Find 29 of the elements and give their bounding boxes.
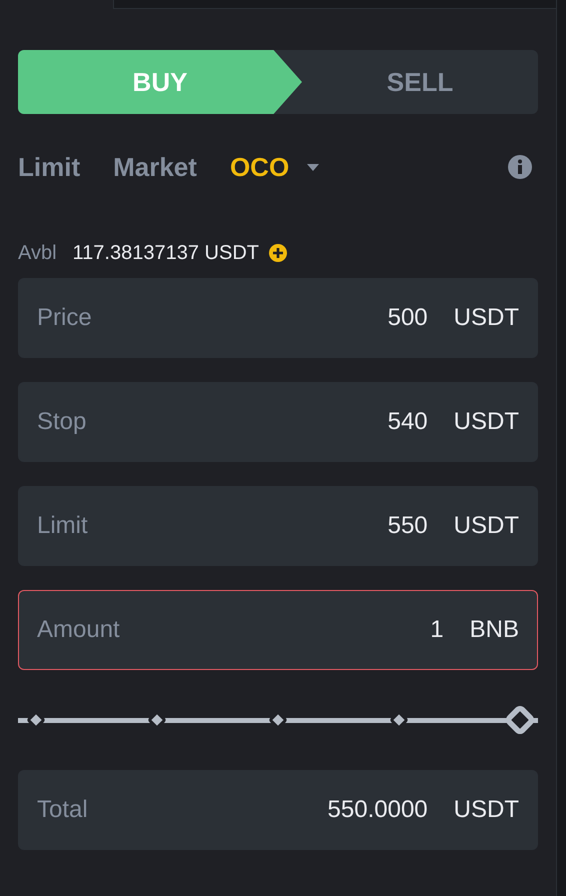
- field-label: Price: [37, 303, 92, 333]
- input-field[interactable]: Limit 550 USDT: [18, 486, 538, 566]
- input-field[interactable]: Price 500 USDT: [18, 278, 538, 358]
- input-field[interactable]: Total 550.0000 USDT: [18, 770, 538, 850]
- available-balance: 117.38137137 USDT: [72, 241, 259, 266]
- available-label: Avbl: [18, 241, 57, 266]
- plus-icon[interactable]: [268, 244, 287, 262]
- info-icon[interactable]: [508, 155, 532, 179]
- field-value: 1: [430, 615, 444, 645]
- order-type-tab[interactable]: Limit: [18, 148, 80, 186]
- input-field[interactable]: Amount 1 BNB: [18, 590, 538, 670]
- unit-label: USDT: [454, 511, 519, 541]
- field-value: 500: [388, 303, 428, 333]
- caret-icon: [307, 164, 320, 170]
- field-value: 550.0000: [328, 795, 428, 825]
- order-type-tab[interactable]: OCO: [230, 148, 320, 186]
- field-label: Amount: [37, 615, 120, 645]
- unit-label: USDT: [454, 407, 519, 437]
- field-label: Total: [37, 795, 88, 825]
- side-tab[interactable]: SELL: [302, 50, 538, 114]
- input-field[interactable]: Stop 540 USDT: [18, 382, 538, 462]
- field-value: 550: [388, 511, 428, 541]
- unit-label: USDT: [454, 303, 519, 333]
- field-label: Stop: [37, 407, 86, 437]
- unit-label: BNB: [470, 615, 519, 645]
- field-value: 540: [388, 407, 428, 437]
- order-type-tab[interactable]: Market: [113, 148, 197, 186]
- field-label: Limit: [37, 511, 88, 541]
- unit-label: USDT: [454, 795, 519, 825]
